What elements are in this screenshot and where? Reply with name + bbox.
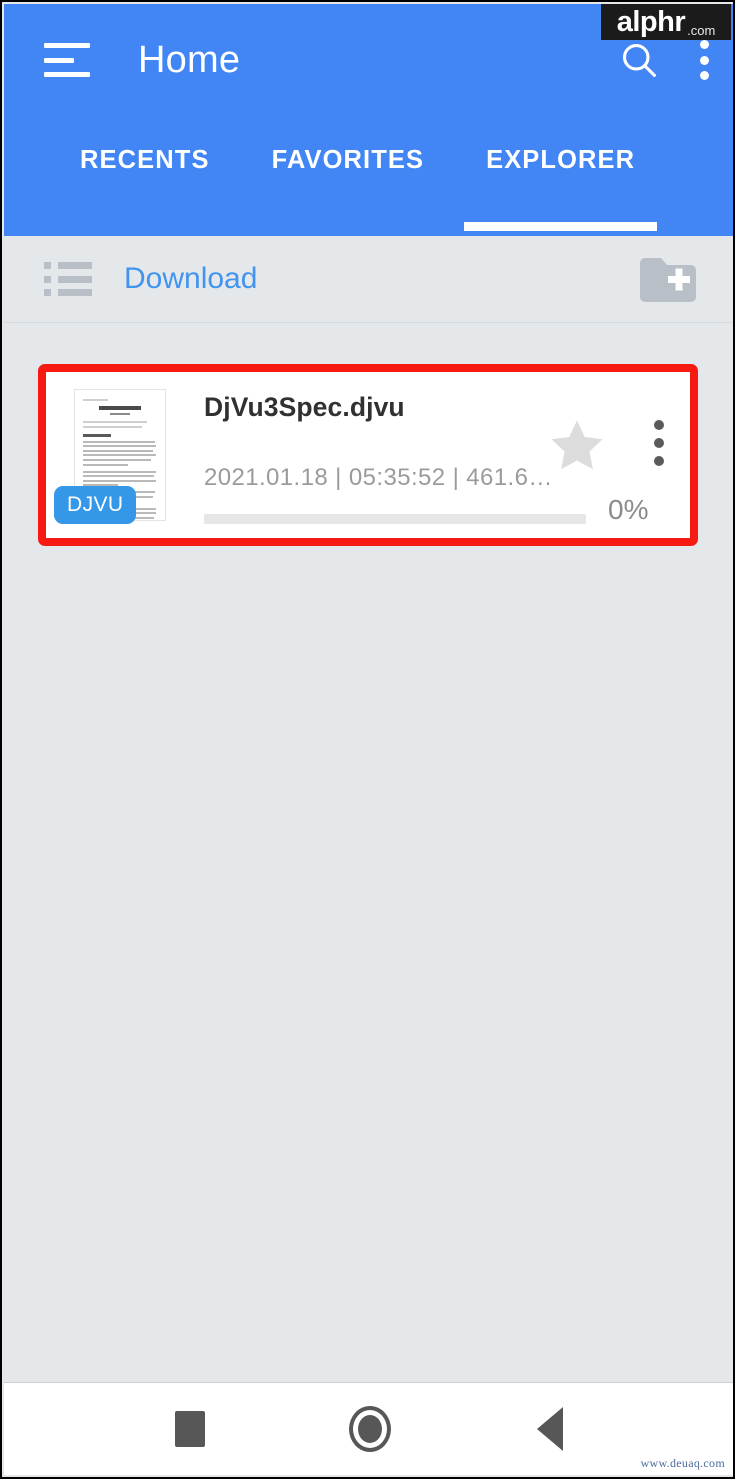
site-watermark: www.deuaq.com (640, 1456, 725, 1470)
list-row-1 (44, 262, 92, 269)
recents-square-icon[interactable] (100, 1411, 280, 1447)
hamburger-line-2 (44, 57, 75, 63)
back-triangle-shape (536, 1407, 563, 1451)
overflow-menu-icon[interactable] (699, 38, 709, 82)
android-navigation-bar (4, 1382, 733, 1475)
breadcrumb[interactable]: Download (124, 262, 257, 296)
file-format-badge: DJVU (54, 486, 137, 524)
alphr-logo-suffix: .com (687, 23, 716, 38)
breadcrumb-divider (4, 322, 733, 323)
list-row-3 (44, 289, 92, 296)
home-circle-icon[interactable] (280, 1406, 460, 1452)
new-folder-icon[interactable] (637, 253, 699, 305)
home-circle-shape (348, 1406, 391, 1452)
list-dot-3 (44, 289, 51, 296)
hamburger-menu-icon[interactable] (44, 43, 90, 77)
page-title: Home (138, 38, 241, 81)
file-card-highlight: DJVU DjVu3Spec.djvu 2021.01.18 | 05:35:5… (38, 364, 698, 546)
hamburger-line-3 (44, 72, 90, 77)
tab-explorer[interactable]: EXPLORER (464, 118, 658, 231)
breadcrumb-bar: Download (4, 236, 733, 322)
home-inner-dot (357, 1415, 382, 1443)
list-bar-1 (58, 262, 92, 269)
recents-square-shape (174, 1411, 205, 1447)
file-overflow-dot-1 (654, 420, 664, 430)
thumbnail-container: DJVU (54, 372, 176, 538)
file-card[interactable]: DJVU DjVu3Spec.djvu 2021.01.18 | 05:35:5… (46, 372, 690, 538)
overflow-dot-1 (699, 40, 709, 49)
alphr-logo-text: alphr (616, 5, 686, 38)
list-bar-2 (58, 275, 92, 283)
list-view-icon[interactable] (44, 262, 92, 296)
file-overflow-dot-2 (654, 438, 664, 448)
alphr-logo: alphr .com (601, 4, 731, 40)
back-triangle-icon[interactable] (460, 1407, 640, 1451)
list-row-2 (44, 275, 92, 283)
download-progress-bar (204, 514, 586, 524)
list-dot-2 (44, 275, 51, 283)
search-icon[interactable] (617, 38, 661, 82)
file-overflow-menu-icon[interactable] (654, 420, 664, 466)
star-icon[interactable] (546, 416, 608, 481)
tab-recents[interactable]: RECENTS (80, 118, 210, 175)
file-metadata: 2021.01.18 | 05:35:52 | 461.6… (204, 464, 553, 491)
overflow-dot-3 (699, 71, 709, 80)
list-dot-1 (44, 262, 51, 269)
file-card-actions (540, 372, 690, 538)
hamburger-line-1 (44, 43, 90, 48)
tab-favorites[interactable]: FAVORITES (272, 118, 425, 175)
list-bar-3 (58, 289, 92, 296)
tab-bar: RECENTS FAVORITES EXPLORER (4, 118, 733, 236)
overflow-dot-2 (699, 55, 709, 65)
phone-screen: Home RECENTS FAVORITES EXPLORER alphr .c… (0, 0, 735, 1479)
file-overflow-dot-3 (654, 456, 664, 466)
